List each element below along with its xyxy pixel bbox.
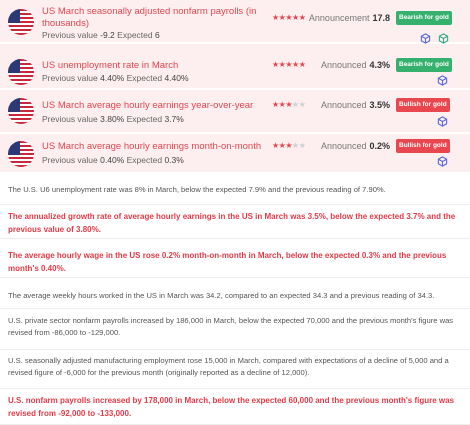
- news-item[interactable]: U.S. seasonally adjusted manufacturing e…: [0, 351, 470, 389]
- expected-value: 6: [155, 30, 160, 40]
- event-title[interactable]: US March seasonally adjusted nonfarm pay…: [42, 6, 262, 30]
- previous-value: 4.40%: [100, 73, 125, 83]
- event-values: Previous value 3.80% Expected 3.7%: [42, 114, 184, 124]
- cube-icon[interactable]: [437, 116, 448, 127]
- event-values: Previous value -9.2 Expected 6: [42, 30, 160, 40]
- us-flag-icon: [8, 141, 34, 167]
- announcement-label: Announced: [320, 60, 367, 70]
- news-item[interactable]: The U.S. U6 unemployment rate was 8% in …: [0, 176, 470, 205]
- cube-icon[interactable]: [437, 156, 448, 167]
- news-text: U.S. private sector nonfarm payrolls inc…: [8, 316, 454, 337]
- star-filled-icon: ★: [285, 141, 293, 150]
- cube-icon[interactable]: [420, 33, 431, 44]
- news-text: The average hourly wage in the US rose 0…: [8, 251, 447, 273]
- expected-label: Expected: [117, 30, 153, 40]
- us-flag-icon: [8, 98, 34, 124]
- importance-stars: ★★★★★: [272, 60, 306, 69]
- news-item[interactable]: The annualized growth rate of average ho…: [0, 206, 470, 239]
- previous-label: Previous value: [42, 155, 98, 165]
- importance-stars: ★★★★★: [272, 141, 306, 150]
- previous-label: Previous value: [42, 73, 98, 83]
- previous-label: Previous value: [42, 114, 98, 124]
- expected-value: 3.7%: [164, 114, 184, 124]
- gold-impact-badge: Bearish for gold: [396, 11, 452, 25]
- expected-label: Expected: [126, 155, 163, 165]
- announcement-value: 17.8: [372, 13, 390, 23]
- gold-impact-badge: Bullish for gold: [396, 139, 450, 153]
- previous-value: 3.80%: [100, 114, 125, 124]
- event-title[interactable]: US unemployment rate in March: [42, 60, 262, 72]
- star-filled-icon: ★: [298, 60, 306, 69]
- announcement: Announcement 17.8: [309, 13, 390, 23]
- star-filled-icon: ★: [272, 141, 279, 150]
- importance-stars: ★★★★★: [272, 13, 306, 22]
- announcement-value: 0.2%: [369, 141, 390, 151]
- news-item[interactable]: The average hourly wage in the US rose 0…: [0, 244, 470, 278]
- news-text: The U.S. U6 unemployment rate was 8% in …: [8, 185, 386, 194]
- event-title[interactable]: US March average hourly earnings month-o…: [42, 141, 262, 153]
- star-empty-icon: ★: [292, 100, 299, 109]
- star-filled-icon: ★: [285, 13, 293, 22]
- star-filled-icon: ★: [285, 60, 293, 69]
- event-values: Previous value 0.40% Expected 0.3%: [42, 155, 184, 165]
- previous-value: -9.2: [100, 30, 115, 40]
- announcement: Announced 4.3%: [321, 60, 390, 70]
- star-filled-icon: ★: [272, 100, 279, 109]
- star-empty-icon: ★: [298, 100, 306, 109]
- gold-impact-badge: Bearish for gold: [396, 58, 452, 72]
- previous-label: Previous value: [42, 30, 98, 40]
- calendar-event[interactable]: US March average hourly earnings month-o…: [0, 134, 470, 172]
- news-text: The average weekly hours worked in the U…: [8, 291, 435, 300]
- event-title[interactable]: US March average hourly earnings year-ov…: [42, 100, 262, 112]
- cube-icon[interactable]: [437, 75, 448, 86]
- news-text: U.S. seasonally adjusted manufacturing e…: [8, 356, 449, 377]
- star-empty-icon: ★: [298, 141, 306, 150]
- news-item[interactable]: U.S. private sector nonfarm payrolls inc…: [0, 310, 470, 350]
- star-filled-icon: ★: [272, 13, 279, 22]
- expected-value: 4.40%: [164, 73, 189, 83]
- announcement-value: 3.5%: [369, 100, 390, 110]
- us-flag-icon: [8, 9, 34, 35]
- announcement-label: Announcement: [308, 13, 370, 23]
- star-filled-icon: ★: [292, 60, 299, 69]
- us-flag-icon: [8, 59, 34, 85]
- announcement-label: Announced: [320, 100, 367, 110]
- news-item[interactable]: U.S. nonfarm payrolls increased by 178,0…: [0, 391, 470, 425]
- gold-impact-badge: Bullish for gold: [396, 98, 450, 112]
- announcement-label: Announced: [320, 141, 367, 151]
- star-empty-icon: ★: [292, 141, 299, 150]
- star-filled-icon: ★: [285, 100, 293, 109]
- expected-value: 0.3%: [164, 155, 184, 165]
- announcement: Announced 0.2%: [321, 141, 390, 151]
- news-text: The annualized growth rate of average ho…: [8, 212, 456, 234]
- star-filled-icon: ★: [292, 13, 299, 22]
- announcement: Announced 3.5%: [321, 100, 390, 110]
- calendar-event[interactable]: US March seasonally adjusted nonfarm pay…: [0, 0, 470, 44]
- star-filled-icon: ★: [272, 60, 279, 69]
- event-values: Previous value 4.40% Expected 4.40%: [42, 73, 189, 83]
- previous-value: 0.40%: [100, 155, 125, 165]
- expected-label: Expected: [126, 73, 163, 83]
- announcement-value: 4.3%: [369, 60, 390, 70]
- news-text: U.S. nonfarm payrolls increased by 178,0…: [8, 396, 455, 418]
- expected-label: Expected: [126, 114, 163, 124]
- star-filled-icon: ★: [298, 13, 306, 22]
- news-item[interactable]: The average weekly hours worked in the U…: [0, 285, 470, 309]
- calendar-event[interactable]: US March average hourly earnings year-ov…: [0, 90, 470, 132]
- calendar-event[interactable]: US unemployment rate in March Previous va…: [0, 44, 470, 88]
- importance-stars: ★★★★★: [272, 100, 306, 109]
- cube-icon[interactable]: [438, 33, 449, 44]
